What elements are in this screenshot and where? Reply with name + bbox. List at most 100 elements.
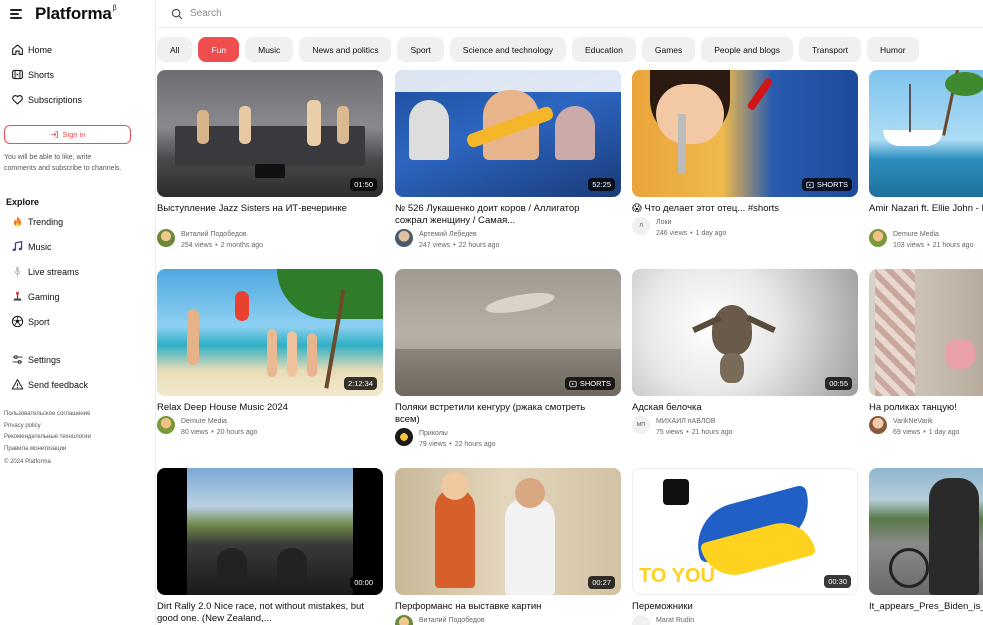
video-thumbnail[interactable] (869, 269, 983, 396)
video-thumbnail[interactable]: TO YOU 00:30 (632, 468, 858, 595)
sidebar: Platformaβ Home Shorts Subscriptions Sig… (0, 0, 156, 625)
settings-nav: Settings Send feedback (0, 347, 156, 397)
explore-heading: Explore (6, 197, 40, 207)
sidebar-item-label: Trending (28, 216, 64, 227)
video-title[interactable]: На роликах танцую! (869, 402, 983, 414)
video-card[interactable]: 00:55 Адская белочка МП МИХАИЛ пАВЛОВ 75… (632, 269, 858, 436)
channel-name[interactable]: VarikNeVarik (893, 416, 959, 427)
video-title[interactable]: Адская белочка (632, 402, 848, 414)
channel-avatar[interactable]: Л (632, 217, 650, 235)
channel-name[interactable]: Demure Media (181, 416, 258, 427)
sidebar-item-subscriptions[interactable]: Subscriptions (0, 87, 156, 112)
sidebar-item-trending[interactable]: Trending (0, 209, 156, 234)
view-count: 79 views (419, 441, 447, 448)
sidebar-item-label: Shorts (28, 69, 55, 80)
video-title[interactable]: Dirt Rally 2.0 Nice race, not without mi… (157, 601, 373, 625)
channel-avatar[interactable] (869, 229, 887, 247)
chip-science-and-technology[interactable]: Science and technology (449, 37, 567, 62)
video-thumbnail[interactable]: 52:25 (395, 70, 621, 197)
video-title[interactable]: № 526 Лукашенко доит коров / Аллигатор с… (395, 203, 611, 227)
footer-link-recommendations[interactable]: Рекомендательные технологии (4, 432, 91, 444)
footer-link-privacy[interactable]: Privacy policy (4, 421, 91, 433)
chip-fun[interactable]: Fun (198, 37, 240, 62)
sidebar-item-gaming[interactable]: Gaming (0, 284, 156, 309)
video-card[interactable]: TO YOU 00:30 Переможники Marat Rudin (632, 468, 858, 625)
search-icon[interactable] (171, 8, 183, 20)
chip-humor[interactable]: Humor (867, 37, 919, 62)
footer-link-monetization[interactable]: Правила монетизации (4, 444, 91, 456)
chip-music[interactable]: Music (245, 37, 294, 62)
chip-news-and-politics[interactable]: News and politics (299, 37, 392, 62)
channel-name[interactable]: Marat Rudin (656, 615, 694, 625)
sidebar-item-send-feedback[interactable]: Send feedback (0, 372, 156, 397)
channel-avatar[interactable] (632, 615, 650, 625)
footer-link-terms[interactable]: Пользовательское соглашение (4, 409, 91, 421)
platforma-logo[interactable]: Platformaβ (35, 4, 117, 24)
search-bar (157, 0, 983, 28)
sign-in-note: You will be able to like, write comments… (4, 154, 122, 172)
chip-games[interactable]: Games (641, 37, 696, 62)
menu-icon[interactable] (10, 9, 22, 19)
video-thumbnail[interactable]: SHORTS (632, 70, 858, 197)
upload-age: 1 day ago (695, 230, 727, 237)
channel-name[interactable]: Виталий Подобедов (181, 229, 263, 240)
video-thumbnail[interactable]: 00:00 (157, 468, 383, 595)
sidebar-item-music[interactable]: Music (0, 234, 156, 259)
channel-avatar[interactable] (395, 229, 413, 247)
chip-education[interactable]: Education (572, 37, 636, 62)
video-thumbnail[interactable]: 01:50 (157, 70, 383, 197)
video-title[interactable]: Amir Nazari ft. Ellie John - Rise Up (869, 203, 983, 215)
video-thumbnail[interactable] (869, 70, 983, 197)
channel-avatar[interactable] (157, 416, 175, 434)
video-card[interactable]: It_appears_Pres_Biden_is_confused_when_h… (869, 468, 983, 612)
sidebar-item-shorts[interactable]: Shorts (0, 62, 156, 87)
channel-avatar[interactable]: МП (632, 416, 650, 434)
sidebar-item-label: Settings (28, 354, 61, 365)
duration-badge: 2:12:34 (343, 377, 377, 390)
video-thumbnail[interactable]: 2:12:34 (157, 269, 383, 396)
sidebar-item-live-streams[interactable]: Live streams (0, 259, 156, 284)
video-meta: Demure Media 80 views • 20 hours ago (157, 416, 258, 438)
chip-sport[interactable]: Sport (397, 37, 444, 62)
channel-name[interactable]: Артемий Лебедев (419, 229, 499, 240)
channel-avatar[interactable] (157, 229, 175, 247)
video-thumbnail[interactable]: 00:55 (632, 269, 858, 396)
chip-all[interactable]: All (157, 37, 193, 62)
video-card[interactable]: Amir Nazari ft. Ellie John - Rise Up Dem… (869, 70, 983, 249)
video-card[interactable]: 00:27 Перформанс на выставке картин Вита… (395, 468, 621, 625)
video-title[interactable]: Поляки встретили кенгуру (ржака смотреть… (395, 402, 611, 426)
channel-avatar[interactable] (395, 615, 413, 625)
sidebar-item-settings[interactable]: Settings (0, 347, 156, 372)
sidebar-item-home[interactable]: Home (0, 37, 156, 62)
channel-name[interactable]: Приколы (419, 428, 496, 439)
channel-name[interactable]: Виталий Подобедов (419, 615, 485, 625)
channel-avatar[interactable] (869, 416, 887, 434)
video-card[interactable]: 01:50 Выступление Jazz Sisters на ИТ-веч… (157, 70, 383, 249)
sidebar-item-label: Send feedback (28, 379, 89, 390)
video-title[interactable]: It_appears_Pres_Biden_is_confused_when_h… (869, 601, 983, 613)
video-title[interactable]: Переможники (632, 601, 848, 613)
video-card[interactable]: 2:12:34 Relax Deep House Music 2024 Demu… (157, 269, 383, 436)
duration-badge: SHORTS (801, 178, 852, 191)
video-title[interactable]: Relax Deep House Music 2024 (157, 402, 373, 414)
video-thumbnail[interactable]: 00:27 (395, 468, 621, 595)
channel-name[interactable]: Demure Media (893, 229, 973, 240)
chip-people-and-blogs[interactable]: People and blogs (701, 37, 793, 62)
channel-avatar[interactable] (395, 428, 413, 446)
sign-in-button[interactable]: Sign in (4, 125, 131, 144)
video-card[interactable]: 00:00 Dirt Rally 2.0 Nice race, not with… (157, 468, 383, 624)
channel-name[interactable]: Локи (656, 217, 726, 228)
video-title[interactable]: Перформанс на выставке картин (395, 601, 611, 613)
video-card[interactable]: SHORTS 😱 Что делает этот отец... #shorts… (632, 70, 858, 237)
video-thumbnail[interactable]: SHORTS (395, 269, 621, 396)
chip-transport[interactable]: Transport (798, 37, 862, 62)
video-title[interactable]: 😱 Что делает этот отец... #shorts (632, 203, 848, 215)
video-thumbnail[interactable] (869, 468, 983, 595)
video-card[interactable]: SHORTS Поляки встретили кенгуру (ржака с… (395, 269, 621, 448)
video-card[interactable]: 52:25 № 526 Лукашенко доит коров / Аллиг… (395, 70, 621, 249)
search-input[interactable] (190, 8, 690, 19)
video-card[interactable]: На роликах танцую! VarikNeVarik 69 views… (869, 269, 983, 436)
channel-name[interactable]: МИХАИЛ пАВЛОВ (656, 416, 733, 427)
sidebar-item-sport[interactable]: Sport (0, 309, 156, 334)
video-title[interactable]: Выступление Jazz Sisters на ИТ-вечеринке (157, 203, 373, 215)
